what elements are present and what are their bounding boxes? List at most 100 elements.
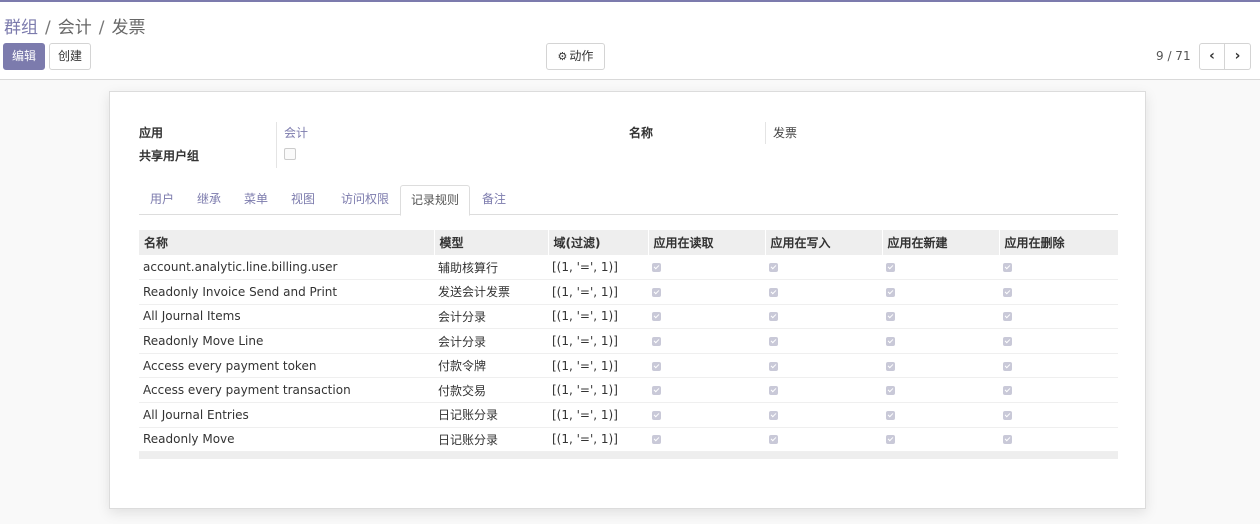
delete-cell: [999, 353, 1118, 378]
create-cell: [882, 280, 999, 305]
action-label: 动作: [569, 49, 594, 63]
read-cell: [648, 304, 765, 329]
shared-group-checkbox[interactable]: [284, 148, 296, 160]
table-footer: [139, 452, 1118, 460]
write-cell: [765, 353, 882, 378]
tab-notes[interactable]: 备注: [475, 185, 513, 215]
create-checkbox: [886, 287, 895, 297]
gear-icon: ⚙: [557, 50, 568, 63]
rule-model-cell: 会计分录: [438, 309, 487, 324]
column-header-name[interactable]: 名称: [139, 230, 434, 255]
write-checkbox: [769, 435, 778, 445]
rule-model-cell: 辅助核算行: [438, 260, 499, 275]
read-checkbox: [652, 287, 661, 297]
read-checkbox: [652, 386, 661, 396]
chevron-left-icon: ‹: [1209, 48, 1215, 64]
read-checkbox: [652, 410, 661, 420]
tab-views[interactable]: 视图: [284, 185, 322, 215]
table-row[interactable]: Readonly Invoice Send and Print 发送会计发票 […: [139, 280, 1118, 305]
breadcrumb-item-groups[interactable]: 群组: [4, 18, 38, 38]
delete-checkbox: [1003, 263, 1012, 273]
delete-cell: [999, 329, 1118, 354]
column-header-write[interactable]: 应用在写入: [764, 230, 882, 255]
name-value: 发票: [773, 126, 798, 140]
action-dropdown-button[interactable]: ⚙ 动作: [546, 43, 605, 70]
rule-domain-cell: [(1, '=', 1)]: [552, 432, 618, 447]
table-row[interactable]: Access every payment transaction 付款交易 [(…: [139, 378, 1118, 403]
write-checkbox: [769, 410, 778, 420]
tab-users[interactable]: 用户: [143, 185, 181, 215]
delete-checkbox: [1003, 410, 1012, 420]
tab-inherits[interactable]: 继承: [190, 185, 228, 215]
read-cell: [648, 427, 765, 452]
create-checkbox: [886, 263, 895, 273]
rule-name-cell: Access every payment token: [143, 358, 317, 373]
write-checkbox: [769, 312, 778, 322]
column-header-create[interactable]: 应用在新建: [881, 230, 999, 255]
write-checkbox: [769, 361, 778, 371]
delete-cell: [999, 255, 1118, 280]
write-cell: [765, 280, 882, 305]
write-checkbox: [769, 386, 778, 396]
create-checkbox: [886, 337, 895, 347]
shared-group-label: 共享用户组: [139, 149, 200, 163]
create-cell: [882, 378, 999, 403]
rule-name-cell: account.analytic.line.billing.user: [143, 260, 338, 275]
read-checkbox: [652, 337, 661, 347]
rule-name-cell: All Journal Entries: [143, 407, 249, 422]
column-header-model[interactable]: 模型: [433, 230, 548, 255]
pager-next-button[interactable]: ›: [1224, 43, 1251, 70]
tab-access-rights[interactable]: 访问权限: [333, 185, 397, 215]
read-checkbox: [652, 312, 661, 322]
breadcrumb-item-invoice: 发票: [111, 18, 146, 38]
edit-button[interactable]: 编辑: [3, 43, 45, 70]
create-button[interactable]: 创建: [49, 43, 91, 70]
breadcrumb-item-accounting[interactable]: 会计: [58, 18, 92, 38]
rule-domain-cell: [(1, '=', 1)]: [552, 383, 618, 398]
create-cell: [882, 427, 999, 452]
column-header-read[interactable]: 应用在读取: [647, 230, 765, 255]
table-header-row: 名称 模型 域(过滤) 应用在读取 应用在写入 应用在新建 应用在删除: [139, 230, 1118, 255]
table-row[interactable]: All Journal Items 会计分录 [(1, '=', 1)]: [139, 304, 1118, 329]
application-value-link[interactable]: 会计: [284, 124, 308, 141]
create-cell: [882, 255, 999, 280]
delete-checkbox: [1003, 361, 1012, 371]
breadcrumb: 群组 / 会计 / 发票: [4, 13, 145, 38]
pager-value[interactable]: 9 / 71: [1156, 49, 1191, 63]
table-row[interactable]: Readonly Move 日记账分录 [(1, '=', 1)]: [139, 427, 1118, 452]
create-checkbox: [886, 361, 895, 371]
write-cell: [765, 329, 882, 354]
write-cell: [765, 255, 882, 280]
field-divider: [276, 122, 277, 168]
column-header-domain[interactable]: 域(过滤): [547, 230, 648, 255]
write-cell: [765, 304, 882, 329]
rule-domain-cell: [(1, '=', 1)]: [552, 260, 618, 275]
create-cell: [882, 329, 999, 354]
read-cell: [648, 353, 765, 378]
tab-record-rules[interactable]: 记录规则: [400, 185, 470, 216]
read-cell: [648, 280, 765, 305]
read-checkbox: [652, 263, 661, 273]
column-header-delete[interactable]: 应用在删除: [998, 230, 1118, 255]
breadcrumb-separator: /: [98, 18, 105, 38]
rule-model-cell: 日记账分录: [438, 408, 499, 423]
read-cell: [648, 255, 765, 280]
table-row[interactable]: All Journal Entries 日记账分录 [(1, '=', 1)]: [139, 403, 1118, 428]
table-row[interactable]: account.analytic.line.billing.user 辅助核算行…: [139, 255, 1118, 280]
create-cell: [882, 403, 999, 428]
delete-checkbox: [1003, 337, 1012, 347]
delete-cell: [999, 403, 1118, 428]
write-checkbox: [769, 337, 778, 347]
rule-domain-cell: [(1, '=', 1)]: [552, 309, 618, 324]
read-cell: [648, 378, 765, 403]
write-checkbox: [769, 263, 778, 273]
table-row[interactable]: Readonly Move Line 会计分录 [(1, '=', 1)]: [139, 329, 1118, 354]
pager-previous-button[interactable]: ‹: [1199, 43, 1225, 70]
control-panel: 群组 / 会计 / 发票 编辑 创建 ⚙ 动作 9 / 71 ‹ ›: [0, 2, 1260, 80]
delete-checkbox: [1003, 435, 1012, 445]
table-row[interactable]: Access every payment token 付款令牌 [(1, '='…: [139, 353, 1118, 378]
rule-name-cell: Readonly Move Line: [143, 334, 264, 349]
create-checkbox: [886, 386, 895, 396]
field-divider: [765, 122, 766, 144]
tab-menus[interactable]: 菜单: [237, 185, 275, 215]
